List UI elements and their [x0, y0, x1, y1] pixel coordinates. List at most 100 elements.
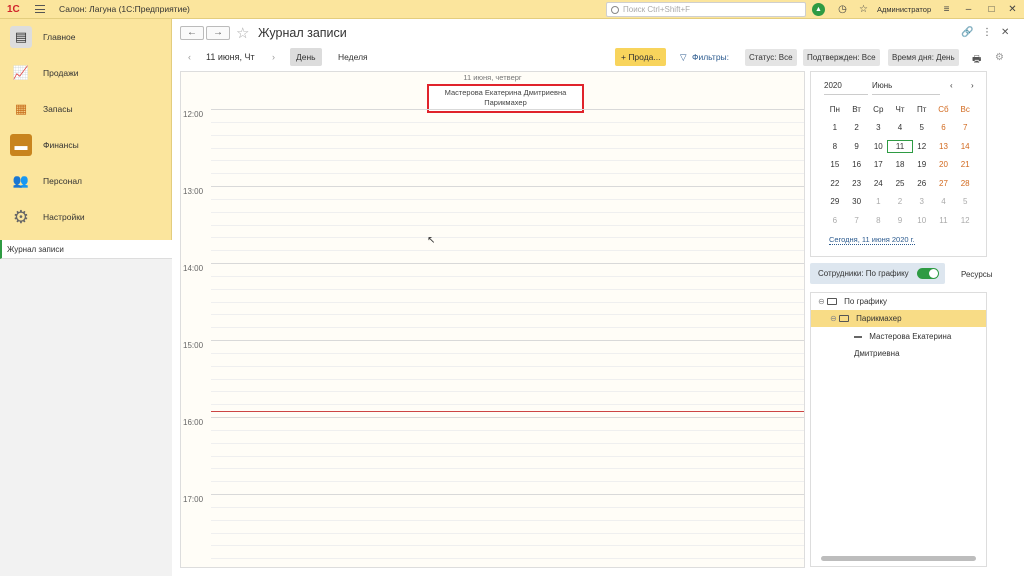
- calendar-day[interactable]: 1: [867, 197, 889, 206]
- calendar-day[interactable]: 19: [911, 160, 933, 169]
- slot-line: [211, 237, 804, 239]
- calendar-day[interactable]: 20: [933, 160, 955, 169]
- link-icon[interactable]: 🔗: [961, 27, 973, 38]
- maximize-icon[interactable]: □: [985, 3, 998, 16]
- calendar-day[interactable]: 11: [933, 216, 955, 225]
- calendar-day[interactable]: 8: [824, 142, 846, 151]
- calendar-day[interactable]: 9: [846, 142, 868, 151]
- user-name[interactable]: Администратор: [877, 5, 931, 14]
- calendar-day[interactable]: 15: [824, 160, 846, 169]
- tree-node-hairdresser[interactable]: ⊖ Парикмахер: [811, 310, 986, 327]
- slot-line: [211, 442, 804, 444]
- calendar-day[interactable]: 4: [889, 123, 911, 132]
- schedule-date-header: 11 июня, четверг: [463, 73, 522, 82]
- employees-toggle[interactable]: Сотрудники: По графику: [810, 263, 945, 284]
- more-icon[interactable]: ⋮: [982, 27, 992, 38]
- favorites-icon[interactable]: ☆: [857, 3, 870, 16]
- daytime-filter[interactable]: Время дня: День: [888, 49, 959, 66]
- calendar-day[interactable]: 6: [824, 216, 846, 225]
- sidebar-item-sales[interactable]: 📈 Продажи: [0, 55, 171, 91]
- calendar-week: 6 7 8 9 10 11 12: [824, 211, 976, 230]
- day-view-button[interactable]: День: [290, 48, 322, 66]
- collapse-icon[interactable]: ⊖: [830, 314, 837, 323]
- week-view-button[interactable]: Неделя: [332, 48, 374, 66]
- calendar-day[interactable]: 8: [867, 216, 889, 225]
- calendar-day[interactable]: 1: [824, 123, 846, 132]
- calendar-day[interactable]: 5: [911, 123, 933, 132]
- calendar-day[interactable]: 30: [846, 197, 868, 206]
- notification-icon[interactable]: ▲: [812, 3, 825, 16]
- slot-line: [211, 352, 804, 354]
- close-form-icon[interactable]: ✕: [1001, 27, 1009, 38]
- calendar-day[interactable]: 9: [889, 216, 911, 225]
- sidebar-item-settings[interactable]: ⚙ Настройки: [0, 199, 171, 235]
- calendar-day[interactable]: 11: [887, 139, 913, 153]
- calendar-day[interactable]: 2: [889, 197, 911, 206]
- minimize-icon[interactable]: –: [962, 3, 975, 16]
- sidebar-item-main[interactable]: ▤ Главное: [0, 19, 171, 55]
- toggle-switch[interactable]: [917, 268, 939, 279]
- calendar-day[interactable]: 6: [933, 123, 955, 132]
- prev-month-icon[interactable]: ‹: [950, 81, 953, 95]
- schedule-grid[interactable]: 11 июня, четверг Мастерова Екатерина Дми…: [180, 71, 805, 568]
- prev-day-icon[interactable]: ‹: [188, 52, 191, 62]
- close-app-icon[interactable]: ✕: [1006, 3, 1019, 16]
- sidebar-item-stock[interactable]: ▦ Запасы: [0, 91, 171, 127]
- status-filter[interactable]: Статус: Все: [745, 49, 797, 66]
- calendar-day[interactable]: 10: [867, 142, 889, 151]
- calendar-day[interactable]: 28: [954, 179, 976, 188]
- calendar-day[interactable]: 22: [824, 179, 846, 188]
- current-date: 11 июня, Чт: [206, 52, 255, 62]
- calendar-day[interactable]: 25: [889, 179, 911, 188]
- today-link[interactable]: Сегодня, 11 июня 2020 г.: [829, 235, 915, 245]
- back-button[interactable]: ←: [180, 26, 204, 40]
- calendar-day[interactable]: 17: [867, 160, 889, 169]
- calendar-day[interactable]: 7: [954, 123, 976, 132]
- settings-icon[interactable]: ⚙: [995, 52, 1004, 63]
- history-icon[interactable]: ◷: [836, 3, 849, 16]
- calendar-day[interactable]: 21: [954, 160, 976, 169]
- calendar-day[interactable]: 29: [824, 197, 846, 206]
- calendar-day[interactable]: 10: [911, 216, 933, 225]
- calendar-day[interactable]: 2: [846, 123, 868, 132]
- month-select[interactable]: Июнь: [872, 81, 940, 95]
- calendar-day[interactable]: 12: [954, 216, 976, 225]
- print-icon[interactable]: 🖶: [972, 52, 981, 69]
- calendar-day[interactable]: 26: [911, 179, 933, 188]
- calendar-day[interactable]: 3: [867, 123, 889, 132]
- calendar-day[interactable]: 27: [933, 179, 955, 188]
- calendar-day[interactable]: 24: [867, 179, 889, 188]
- resources-tab[interactable]: Ресурсы: [961, 270, 993, 279]
- tree-node-schedule[interactable]: ⊖ По графику: [811, 293, 986, 310]
- calendar-day[interactable]: 13: [933, 142, 955, 151]
- sidebar-item-personnel[interactable]: 👥 Персонал: [0, 163, 171, 199]
- calendar-day[interactable]: 3: [911, 197, 933, 206]
- calendar-day[interactable]: 7: [846, 216, 868, 225]
- mouse-cursor-icon: ↖: [427, 235, 436, 246]
- sidebar-item-finance[interactable]: ▬ Финансы: [0, 127, 171, 163]
- forward-button[interactable]: →: [206, 26, 230, 40]
- calendar-day[interactable]: 14: [954, 142, 976, 151]
- calendar-day[interactable]: 4: [933, 197, 955, 206]
- search-input[interactable]: Поиск Ctrl+Shift+F: [606, 2, 806, 17]
- confirmed-filter[interactable]: Подтвержден: Все: [803, 49, 880, 66]
- section-panel: ▤ Главное 📈 Продажи ▦ Запасы ▬ Финансы 👥…: [0, 19, 172, 240]
- employee-icon: [854, 335, 862, 338]
- settings-menu-icon[interactable]: ≡: [940, 3, 953, 16]
- collapse-icon[interactable]: ⊖: [818, 297, 825, 306]
- slot-line: [211, 365, 804, 367]
- next-day-icon[interactable]: ›: [272, 52, 275, 62]
- add-sale-button[interactable]: + Прода...: [615, 48, 667, 66]
- favorite-star-icon[interactable]: ☆: [236, 24, 249, 42]
- calendar-day[interactable]: 12: [911, 142, 933, 151]
- menu-icon[interactable]: [35, 5, 45, 13]
- year-select[interactable]: 2020: [824, 81, 868, 95]
- calendar-day[interactable]: 5: [954, 197, 976, 206]
- open-window-tab[interactable]: Журнал записи: [0, 240, 172, 259]
- tree-node-employee[interactable]: Мастерова Екатерина Дмитриевна: [811, 328, 986, 358]
- calendar-day[interactable]: 18: [889, 160, 911, 169]
- next-month-icon[interactable]: ›: [971, 81, 974, 95]
- horizontal-scrollbar[interactable]: [821, 556, 976, 561]
- calendar-day[interactable]: 23: [846, 179, 868, 188]
- calendar-day[interactable]: 16: [846, 160, 868, 169]
